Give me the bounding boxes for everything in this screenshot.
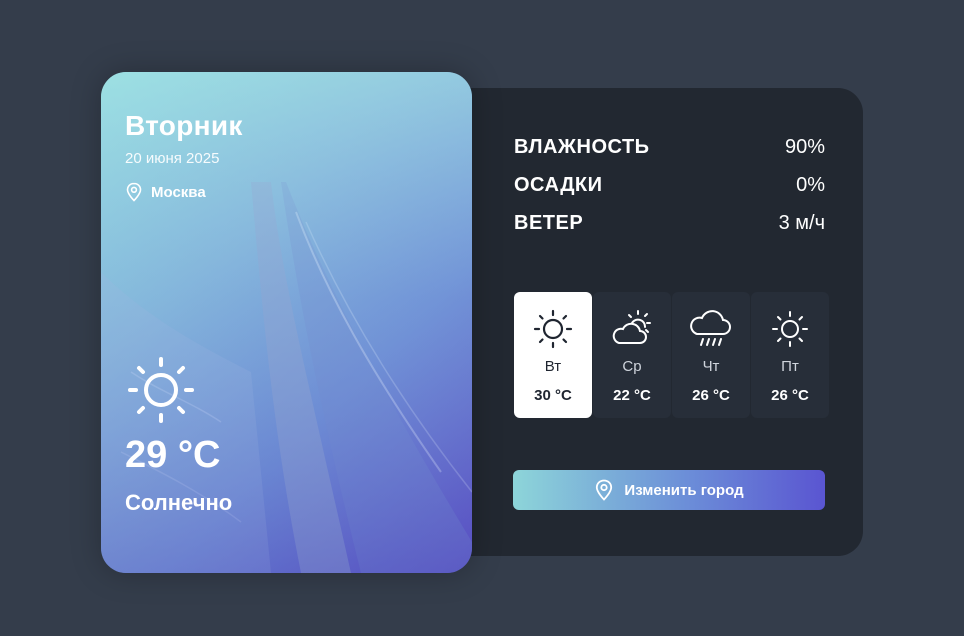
sun-icon [772,311,808,347]
stat-label: ОСАДКИ [514,173,603,196]
sun-icon [128,357,194,423]
forecast-day-temp: 30 °C [534,387,572,404]
forecast-day-name: Ср [622,358,642,375]
forecast-day-name: Чт [702,358,720,375]
forecast-day-temp: 26 °C [771,387,809,404]
forecast-list: Вт 30 °C Ср 22 °C Чт 26 °C Пт 26 °C [514,292,830,418]
stat-humidity: ВЛАЖНОСТЬ 90% [514,128,825,166]
current-temperature: 29 °C [125,434,221,476]
forecast-day-thursday[interactable]: Чт 26 °C [672,292,750,418]
forecast-day-name: Вт [544,358,562,375]
current-date: 20 июня 2025 [125,150,220,167]
location-name: Москва [151,183,206,201]
stat-precipitation: ОСАДКИ 0% [514,166,825,204]
forecast-day-temp: 26 °C [692,387,730,404]
forecast-day-wednesday[interactable]: Ср 22 °C [593,292,671,418]
forecast-day-temp: 22 °C [613,387,651,404]
current-location: Москва [125,182,206,202]
forecast-day-name: Пт [781,358,799,375]
stat-value: 3 м/ч [778,211,825,234]
change-city-label: Изменить город [624,481,744,499]
location-pin-icon [596,479,613,501]
stat-label: ВЕТЕР [514,211,584,234]
current-description: Солнечно [125,490,233,515]
rain-cloud-icon [690,310,731,346]
weather-stats: ВЛАЖНОСТЬ 90% ОСАДКИ 0% ВЕТЕР 3 м/ч [514,128,825,242]
stat-value: 90% [784,135,825,158]
sun-icon [533,309,573,349]
partly-cloudy-icon [612,310,651,344]
stat-value: 0% [796,173,825,196]
stat-wind: ВЕТЕР 3 м/ч [514,204,825,242]
current-day-name: Вторник [125,110,243,141]
stat-label: ВЛАЖНОСТЬ [514,135,650,158]
forecast-day-tuesday[interactable]: Вт 30 °C [514,292,592,418]
forecast-day-friday[interactable]: Пт 26 °C [751,292,829,418]
change-city-button[interactable]: Изменить город [513,470,825,510]
location-pin-icon [126,182,142,202]
current-weather-card: Вторник 20 июня 2025 Москва 29 °C Солнеч… [101,72,472,573]
